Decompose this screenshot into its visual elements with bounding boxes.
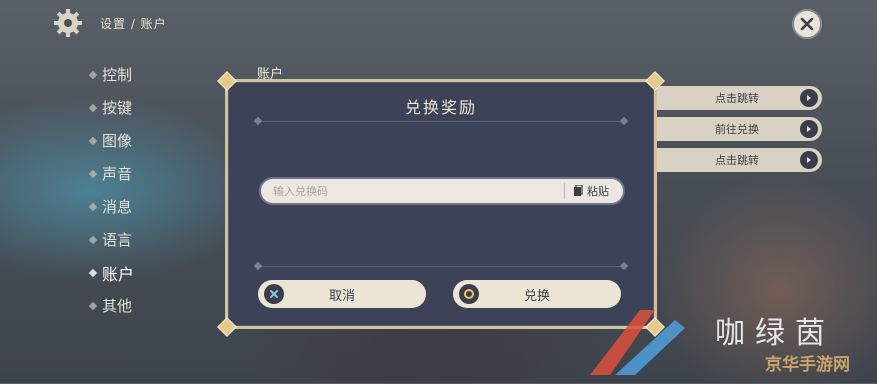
top-bar: 设置 / 账户: [50, 6, 167, 40]
sidebar-item-messages[interactable]: 消息: [88, 190, 134, 223]
sidebar-item-language[interactable]: 语言: [88, 223, 134, 256]
diamond-icon: [88, 136, 98, 145]
sidebar: 控制 按键 图像 声音 消息 语言 账户 其他: [88, 58, 135, 322]
arrow-right-icon: [800, 89, 818, 107]
redeem-code-field: 粘贴: [259, 177, 625, 205]
watermark-logo-icon: [590, 310, 685, 375]
sidebar-item-label: 其他: [102, 297, 133, 315]
close-button[interactable]: [792, 9, 822, 39]
breadcrumb: 设置 / 账户: [100, 16, 167, 31]
sidebar-item-label: 按键: [102, 99, 133, 117]
watermark-text: 咖绿茵: [715, 316, 835, 351]
sidebar-item-graphics[interactable]: 图像: [88, 124, 134, 157]
jump-button-2[interactable]: 点击跳转: [652, 148, 822, 172]
redeem-code-input[interactable]: [261, 178, 564, 204]
button-label: 前往兑换: [715, 123, 759, 136]
sidebar-item-other[interactable]: 其他: [88, 289, 134, 322]
sidebar-item-label: 账户: [102, 264, 135, 284]
sidebar-item-label: 图像: [102, 132, 133, 150]
cancel-x-icon: [264, 284, 284, 304]
gear-icon: [50, 5, 86, 41]
sidebar-item-keys[interactable]: 按键: [88, 91, 134, 124]
cancel-button[interactable]: 取消: [258, 280, 426, 308]
sidebar-item-controls[interactable]: 控制: [88, 58, 134, 91]
cancel-label: 取消: [328, 288, 355, 304]
sidebar-item-label: 消息: [102, 198, 133, 216]
sidebar-item-label: 声音: [102, 165, 133, 183]
arrow-right-icon: [800, 151, 818, 169]
clipboard-icon: [574, 185, 583, 196]
diamond-icon: [88, 202, 98, 211]
paste-button[interactable]: 粘贴: [565, 183, 623, 199]
diamond-icon: [88, 169, 98, 178]
diamond-icon: [88, 268, 98, 277]
arrow-right-icon: [800, 120, 818, 138]
sidebar-item-label: 控制: [102, 66, 133, 84]
button-label: 点击跳转: [715, 92, 759, 105]
sidebar-item-label: 语言: [102, 231, 133, 249]
diamond-icon: [88, 103, 98, 112]
confirm-circle-icon: [459, 284, 479, 304]
divider: [253, 116, 629, 126]
redeem-dialog: 兑换奖励 粘贴 取消 兑换: [217, 71, 665, 337]
sidebar-item-account[interactable]: 账户: [88, 256, 135, 289]
divider: [253, 261, 629, 271]
redeem-label: 兑换: [523, 288, 550, 304]
watermark: 咖绿茵 京华手游网: [580, 300, 877, 383]
sidebar-item-audio[interactable]: 声音: [88, 157, 134, 190]
redeem-link-button[interactable]: 前往兑换: [652, 117, 822, 141]
jump-button-1[interactable]: 点击跳转: [652, 86, 822, 110]
diamond-icon: [88, 70, 98, 79]
diamond-icon: [88, 301, 98, 310]
diamond-icon: [88, 235, 98, 244]
close-icon: [800, 17, 814, 31]
watermark-site: 京华手游网: [765, 355, 850, 375]
button-label: 点击跳转: [715, 154, 759, 167]
dialog-title: 兑换奖励: [404, 98, 477, 117]
paste-label: 粘贴: [587, 185, 609, 198]
